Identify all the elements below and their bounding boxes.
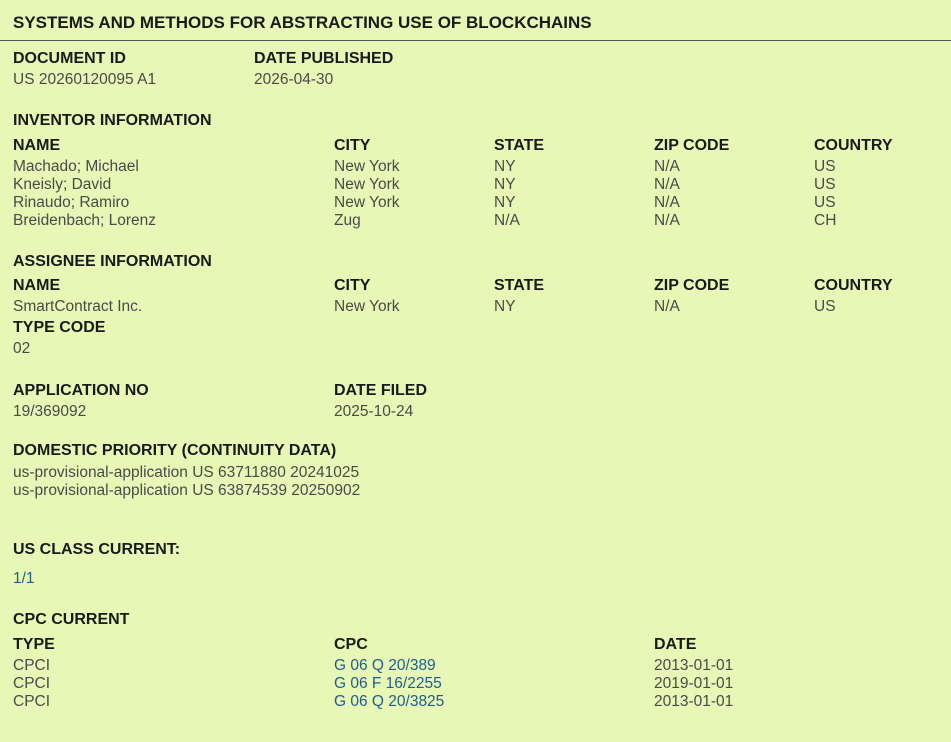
inventor-name: Machado; Michael [13,158,139,175]
inventor-city: Zug [334,212,361,229]
inventor-name: Breidenbach; Lorenz [13,212,157,229]
inventor-header-state: STATE [494,137,545,154]
cpc-type: CPCI [13,657,51,674]
inventor-name: Kneisly; David [13,176,112,193]
assignee-header-name: NAME [13,277,61,294]
assignee-section-label: ASSIGNEE INFORMATION [13,253,212,270]
inventor-city: New York [334,194,400,211]
cpc-code-link[interactable]: G 06 Q 20/3825 [334,693,444,711]
inventor-header-name: NAME [13,137,61,154]
document-id-label: DOCUMENT ID [13,50,126,67]
inventor-state: NY [494,176,516,193]
cpc-header-cpc: CPC [334,636,368,653]
cpc-header-type: TYPE [13,636,55,653]
date-published-value: 2026-04-30 [254,71,334,88]
domestic-priority-line: us-provisional-application US 63711880 2… [13,464,360,481]
inventor-state: NY [494,158,516,175]
type-code-label: TYPE CODE [13,319,106,336]
cpc-code-link[interactable]: G 06 Q 20/389 [334,657,436,675]
assignee-header-country: COUNTRY [814,277,893,294]
inventor-country: US [814,158,836,175]
cpc-header-date: DATE [654,636,697,653]
inventor-state: N/A [494,212,520,229]
application-no-value: 19/369092 [13,403,87,420]
us-class-label: US CLASS CURRENT: [13,541,181,558]
inventor-header-zip: ZIP CODE [654,137,730,154]
inventor-header-city: CITY [334,137,371,154]
patent-title: SYSTEMS AND METHODS FOR ABSTRACTING USE … [13,13,592,32]
date-filed-value: 2025-10-24 [334,403,414,420]
inventor-country: US [814,176,836,193]
domestic-priority-line: us-provisional-application US 63874539 2… [13,482,361,499]
inventor-city: New York [334,158,400,175]
assignee-city: New York [334,298,400,315]
inventor-zip: N/A [654,194,680,211]
inventor-state: NY [494,194,516,211]
assignee-country: US [814,298,836,315]
inventor-city: New York [334,176,400,193]
application-no-label: APPLICATION NO [13,382,149,399]
inventor-name: Rinaudo; Ramiro [13,194,130,211]
cpc-code-link[interactable]: G 06 F 16/2255 [334,675,442,693]
assignee-header-city: CITY [334,277,371,294]
inventor-zip: N/A [654,176,680,193]
cpc-date: 2013-01-01 [654,693,734,710]
cpc-date: 2013-01-01 [654,657,734,674]
assignee-header-state: STATE [494,277,545,294]
domestic-priority-label: DOMESTIC PRIORITY (CONTINUITY DATA) [13,442,337,459]
inventor-zip: N/A [654,212,680,229]
date-published-label: DATE PUBLISHED [254,50,394,67]
document-id-value: US 20260120095 A1 [13,71,157,88]
inventor-zip: N/A [654,158,680,175]
assignee-header-zip: ZIP CODE [654,277,730,294]
cpc-type: CPCI [13,693,51,710]
inventor-header-country: COUNTRY [814,137,893,154]
assignee-zip: N/A [654,298,680,315]
inventor-country: US [814,194,836,211]
assignee-name: SmartContract Inc. [13,298,143,315]
assignee-state: NY [494,298,516,315]
inventor-country: CH [814,212,837,229]
cpc-type: CPCI [13,675,51,692]
title-divider [0,40,951,41]
inventor-section-label: INVENTOR INFORMATION [13,112,212,129]
type-code-value: 02 [13,340,31,357]
date-filed-label: DATE FILED [334,382,428,399]
cpc-date: 2019-01-01 [654,675,734,692]
us-class-link[interactable]: 1/1 [13,570,35,588]
cpc-section-label: CPC CURRENT [13,611,130,628]
